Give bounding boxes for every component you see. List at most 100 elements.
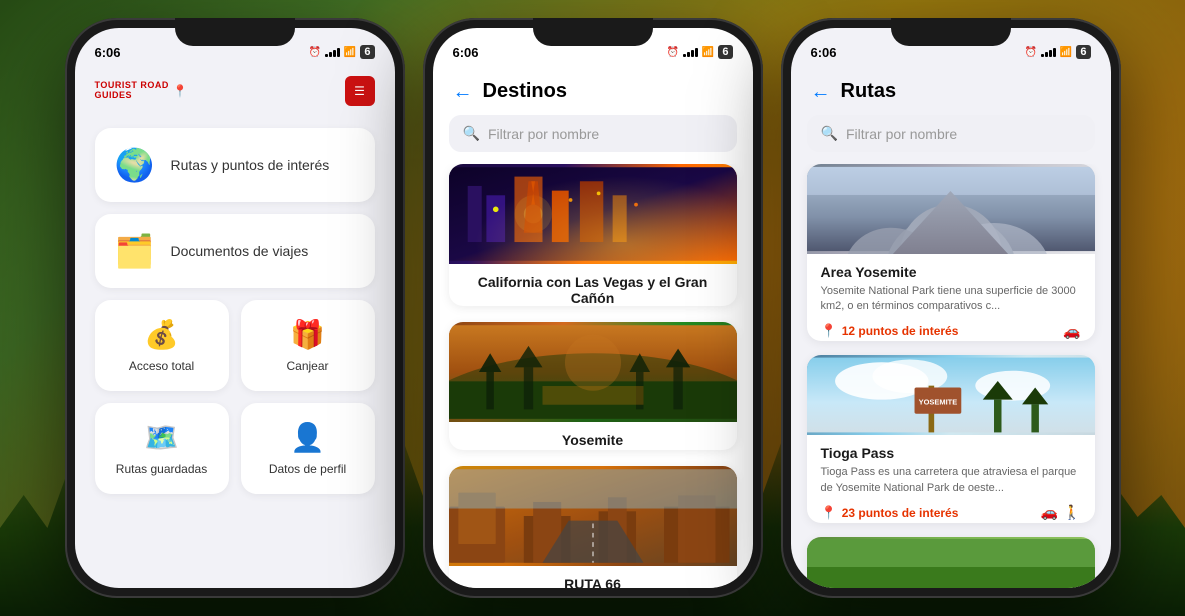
phone2-status-icons: ⏰ 📶 6 [666,45,732,59]
phone1-menu-grid: 🌍 Rutas y puntos de interés 🗂️ Documento… [75,118,395,504]
phone3-search-bar[interactable]: 🔍 Filtrar por nombre [807,115,1095,152]
phone3-time: 6:06 [811,45,837,60]
globe-icon: 🌍 [115,146,155,184]
phone1-header: TOURIST ROAD GUIDES 📍 ☰ [75,72,395,118]
phone3-route-list: Area Yosemite Yosemite National Park tie… [791,164,1111,588]
wifi-icon: 📶 [344,47,356,58]
saved-routes-icon: 🗺️ [142,421,182,454]
menu-card-saved-label: Rutas guardadas [116,462,207,476]
dest-image-vegas [449,164,737,264]
car-icon-yosemite: 🚗 [1063,323,1080,340]
wifi-icon2: 📶 [702,47,714,58]
route-points-yosemite: 📍 12 puntos de interés [821,323,959,339]
car-icon-tioga: 🚗 [1041,504,1058,521]
phone3-search-placeholder: Filtrar por nombre [846,126,957,142]
phone-2: 6:06 ⏰ 📶 6 ← [423,18,763,598]
route-points-tioga: 📍 23 puntos de interés [821,505,959,521]
phone-1: 6:06 ⏰ 📶 6 [65,18,405,598]
menu-card-redeem[interactable]: 🎁 Canjear [241,300,375,391]
dest-name-yosemite: Yosemite [463,432,723,448]
search-icon-2: 🔍 [463,125,480,142]
phone3-content: 6:06 ⏰ 📶 6 ← [791,28,1111,588]
menu-card-redeem-label: Canjear [286,359,328,373]
phone2-search-placeholder: Filtrar por nombre [488,126,599,142]
route-name-tioga: Tioga Pass [821,445,1081,461]
route-points-label-yosemite: 12 puntos de interés [842,324,959,338]
route-name-yosemite: Area Yosemite [821,264,1081,280]
dest-card-route66[interactable]: RUTA 66 (Contiene 0 itinerarios) [449,466,737,588]
walk-icon-tioga: 🚶 [1063,504,1080,521]
route-image-yosemite [807,164,1095,254]
menu-card-saved[interactable]: 🗺️ Rutas guardadas [95,403,229,494]
pin-icon-yosemite: 📍 [821,323,837,339]
route-meta-tioga: 📍 23 puntos de interés 🚗 🚶 [821,504,1081,521]
tioga-route-svg: YOSEMITE [807,355,1095,435]
brand-text-block: TOURIST ROAD GUIDES [95,81,169,101]
svg-text:YOSEMITE: YOSEMITE [918,398,957,407]
partial-route-svg [807,537,1095,588]
phone2-nav-header: ← Destinos [433,72,753,115]
route-card-tioga-body: Tioga Pass Tioga Pass es una carretera q… [807,435,1095,523]
transport-icons-tioga: 🚗 🚶 [1041,504,1081,521]
phone2-notch [533,18,653,46]
menu-card-profile-label: Datos de perfil [269,462,346,476]
route66-image-svg [449,466,737,566]
phone3-notch [891,18,1011,46]
menu-row-1: 💰 Acceso total 🎁 Canjear [95,300,375,391]
phone3-screen: 6:06 ⏰ 📶 6 ← [791,28,1111,588]
header-action-button[interactable]: ☰ [345,76,375,106]
phone-3: 6:06 ⏰ 📶 6 ← [781,18,1121,598]
back-button-3[interactable]: ← [811,82,831,102]
phone1-notch [175,18,295,46]
brand-tagline: GUIDES [95,91,169,101]
dest-card-yosemite-body: Yosemite (Contiene 1 itinerarios) [449,422,737,450]
menu-card-routes-label: Rutas y puntos de interés [171,157,330,173]
menu-icon: ☰ [354,84,365,98]
route-points-label-tioga: 23 puntos de interés [842,506,959,520]
menu-card-profile[interactable]: 👤 Datos de perfil [241,403,375,494]
passport-icon: 🗂️ [115,232,155,270]
phone2-destination-list: California con Las Vegas y el Gran Cañón… [433,164,753,588]
brand-logo: TOURIST ROAD GUIDES 📍 [95,81,188,101]
location-pin-icon: 📍 [173,84,188,98]
yosemite-route-svg [807,164,1095,254]
person-icon: 👤 [288,421,328,454]
transport-icons-yosemite: 🚗 [1063,323,1080,340]
route-card-yosemite-body: Area Yosemite Yosemite National Park tie… [807,254,1095,341]
phone2-search-bar[interactable]: 🔍 Filtrar por nombre [449,115,737,152]
battery-icon3: 6 [1076,45,1090,59]
phone2-content: 6:06 ⏰ 📶 6 ← [433,28,753,588]
back-button-2[interactable]: ← [453,82,473,102]
gift-icon: 🎁 [288,318,328,351]
phone1-time: 6:06 [95,45,121,60]
route-card-partial[interactable] [807,537,1095,588]
phones-container: 6:06 ⏰ 📶 6 [0,0,1185,616]
wifi-icon3: 📶 [1060,47,1072,58]
phone3-status-icons: ⏰ 📶 6 [1024,45,1090,59]
menu-card-documents-label: Documentos de viajes [171,243,309,259]
alarm-icon2: ⏰ [666,47,678,58]
route-meta-yosemite: 📍 12 puntos de interés 🚗 [821,323,1081,340]
dest-name-route66: RUTA 66 [463,576,723,588]
phone1-status-icons: ⏰ 📶 6 [308,45,374,59]
menu-card-routes[interactable]: 🌍 Rutas y puntos de interés [95,128,375,202]
phone3-title: Rutas [841,80,897,103]
signal-icon [325,47,340,57]
menu-card-documents[interactable]: 🗂️ Documentos de viajes [95,214,375,288]
phone2-screen: 6:06 ⏰ 📶 6 ← [433,28,753,588]
alarm-icon3: ⏰ [1024,47,1036,58]
alarm-icon: ⏰ [308,47,320,58]
route-image-tioga: YOSEMITE [807,355,1095,435]
phone1-screen: 6:06 ⏰ 📶 6 [75,28,395,588]
dest-card-yosemite[interactable]: Yosemite (Contiene 1 itinerarios) [449,322,737,450]
menu-row-2: 🗺️ Rutas guardadas 👤 Datos de perfil [95,403,375,494]
menu-card-access[interactable]: 💰 Acceso total [95,300,229,391]
route-image-partial [807,537,1095,588]
signal-icon3 [1041,47,1056,57]
dest-card-california[interactable]: California con Las Vegas y el Gran Cañón… [449,164,737,306]
dest-name-california: California con Las Vegas y el Gran Cañón [463,274,723,306]
route-card-tioga[interactable]: YOSEMITE Tioga Pass Tioga Pass es una ca… [807,355,1095,523]
menu-card-access-label: Acceso total [129,359,194,373]
route-card-yosemite[interactable]: Area Yosemite Yosemite National Park tie… [807,164,1095,341]
battery-icon2: 6 [718,45,732,59]
